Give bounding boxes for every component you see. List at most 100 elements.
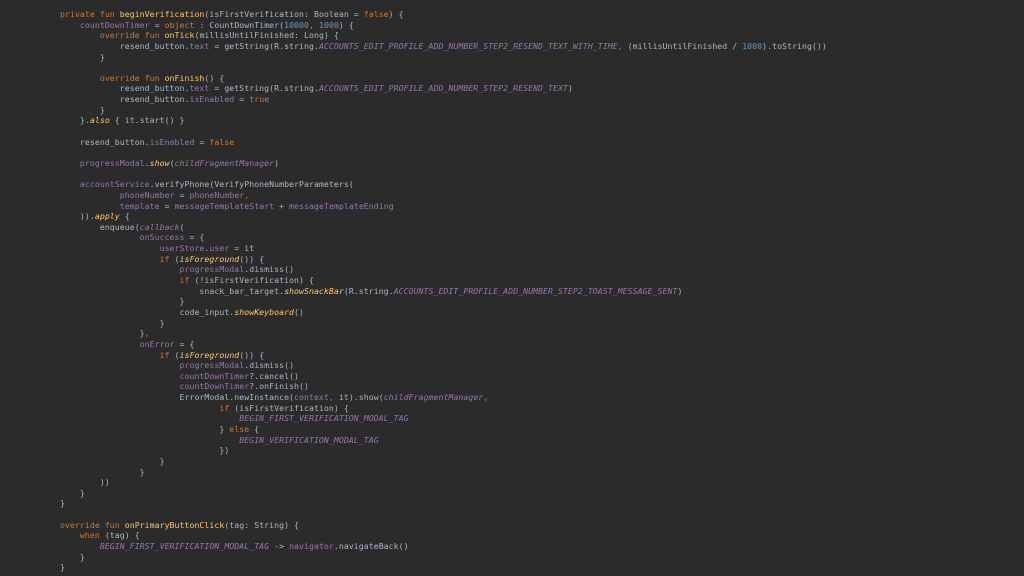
code-token: } [60,296,185,307]
code-token: enqueue( [60,221,140,232]
code-token: (tag) { [99,530,140,541]
code-token: onSuccess [139,232,185,243]
code-token: isForeground [179,349,240,360]
code-line: code_input.showKeyboard() [60,307,1004,318]
code-token: beginVerification [119,9,205,19]
code-token: = { [174,338,195,349]
code-line: } [60,498,1004,509]
code-token: } [60,317,165,328]
code-token: else [229,423,250,434]
code-token: = [149,19,165,30]
code-token: false [363,9,389,19]
code-token: code_input. [60,306,235,317]
code-line: override fun onTick(millisUntilFinished:… [60,30,1004,41]
code-token: childFragmentManager [383,392,484,403]
code-line: override fun onFinish() { [60,73,1004,84]
code-token: callback [139,221,180,232]
code-token: resend_button. [60,136,150,147]
code-line: } [60,552,1004,563]
code-token: it).show( [338,392,384,403]
code-token: also [89,115,110,126]
code-token: snack_bar_target. [60,285,285,296]
code-token: progressModal [179,264,245,275]
code-token: .dismiss() [244,360,295,371]
code-line: progressModal.dismiss() [60,360,1004,371]
code-token: onError [139,338,175,349]
code-token: ) [677,285,683,296]
code-token: ()) { [239,349,265,360]
code-token: isEnabled [149,136,195,147]
code-token: ( [179,221,185,232]
code-token: ()) { [239,253,265,264]
code-token: : CountDownTimer( [194,19,285,30]
code-token: accountService [79,179,150,190]
code-line: progressModal.dismiss() [60,264,1004,275]
code-line: snack_bar_target.showSnackBar(R.string.A… [60,286,1004,297]
code-token: countDownTimer [179,370,250,381]
code-token: } [60,466,145,477]
code-token: phoneNumber [119,189,175,200]
code-token: false [209,136,235,147]
code-token: BEGIN_FIRST_VERIFICATION_MODAL_TAG [239,413,409,424]
code-token: progressModal [79,157,145,168]
code-token: true [249,94,270,105]
code-line: BEGIN_FIRST_VERIFICATION_MODAL_TAG -> na… [60,541,1004,552]
code-token: resend_button. [60,83,190,94]
code-token: ( [169,349,180,360]
code-line: } [60,52,1004,63]
code-line: } [60,296,1004,307]
code-line: resend_button.isEnabled = false [60,137,1004,148]
code-token: (isFirstVerification) { [229,402,349,413]
code-token: -> [269,541,290,552]
code-token: if [219,402,230,413]
code-token: showSnackBar [284,285,344,296]
code-token: }) [60,445,230,456]
code-token: = [194,136,210,147]
code-line: phoneNumber = phoneNumber, [60,190,1004,201]
code-token: ) { [338,19,354,30]
code-slide: private fun beginVerification(isFirstVer… [0,0,1024,576]
code-token: ?.onFinish() [249,381,309,392]
code-line: )).apply { [60,211,1004,222]
code-token: } [60,455,165,466]
code-token: } [60,328,145,339]
code-block: private fun beginVerification(isFirstVer… [60,9,1004,573]
code-token: show [149,157,170,168]
code-token: } [60,562,65,573]
code-line: countDownTimer?.onFinish() [60,381,1004,392]
code-line: template = messageTemplateStart + messag… [60,201,1004,212]
code-token: .navigateBack() [333,541,409,552]
code-line: progressModal.show(childFragmentManager) [60,158,1004,169]
code-token: , [483,392,489,403]
code-token: template [119,200,160,211]
code-token: (!isFirstVerification) { [189,275,314,286]
code-token: (millisUntilFinished: Long) { [194,30,339,41]
code-line: BEGIN_VERIFICATION_MODAL_TAG [60,435,1004,446]
code-token: } [60,51,105,62]
code-token: = { [184,232,205,243]
code-token: )) [60,477,110,488]
code-token: = [159,200,175,211]
code-token: showKeyboard [234,306,295,317]
code-token: ) { [388,9,404,19]
code-token: = [174,189,190,200]
code-token: = getString(R.string. [209,83,319,94]
code-line: BEGIN_FIRST_VERIFICATION_MODAL_TAG [60,413,1004,424]
code-token: messageTemplateEnding [289,200,394,211]
code-token: = getString(R.string. [209,40,319,51]
code-line: countDownTimer?.cancel() [60,371,1004,382]
code-token: user [209,243,230,254]
